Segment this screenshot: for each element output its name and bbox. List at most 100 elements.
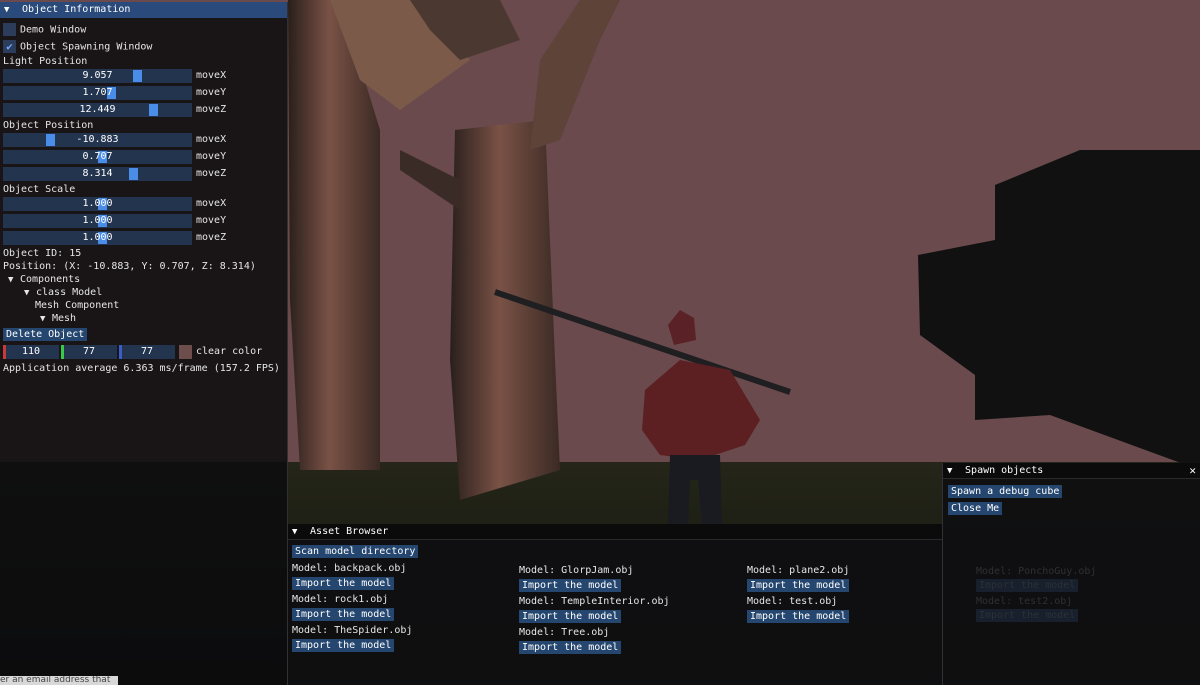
- object-information-titlebar[interactable]: ▼ Object Information: [0, 2, 287, 18]
- import-model-button[interactable]: Import the model: [747, 579, 850, 592]
- clear-color-g-field[interactable]: 77: [61, 345, 117, 359]
- model-name: Model: backpack.obj: [292, 563, 407, 574]
- tree-node-components[interactable]: ▼ Components: [8, 274, 80, 285]
- model-name: Model: test.obj: [747, 596, 838, 607]
- slider-value: 12.449: [79, 104, 116, 115]
- slider-value: 1.000: [82, 215, 113, 226]
- window-title: Asset Browser: [310, 526, 389, 537]
- close-me-row: Close Me: [948, 502, 1003, 515]
- model-name: Model: plane2.obj: [747, 565, 850, 576]
- import-model-button[interactable]: Import the model: [292, 639, 395, 652]
- slider-label: moveZ: [196, 168, 227, 179]
- asset-item: Model: test.obj Import the model: [747, 594, 850, 625]
- spawn-debug-cube-button[interactable]: Spawn a debug cube: [948, 485, 1063, 498]
- object-scale-heading: Object Scale: [3, 184, 76, 195]
- import-model-button[interactable]: Import the model: [519, 641, 622, 654]
- slider-value: 8.314: [82, 168, 113, 179]
- model-name: Model: TheSpider.obj: [292, 625, 413, 636]
- slider-label: moveX: [196, 134, 227, 145]
- clear-color-label: clear color: [196, 346, 263, 357]
- slider-value: -10.883: [76, 134, 119, 145]
- model-name: Model: TempleInterior.obj: [519, 596, 670, 607]
- object-move-z-slider[interactable]: 8.314: [3, 167, 192, 181]
- position-text: Position: (X: -10.883, Y: 0.707, Z: 8.31…: [3, 261, 256, 272]
- asset-item: Model: TempleInterior.obj Import the mod…: [519, 594, 670, 625]
- slider-label: moveX: [196, 198, 227, 209]
- expand-arrow-icon[interactable]: ▼: [24, 288, 36, 298]
- scale-x-slider[interactable]: 1.000: [3, 197, 192, 211]
- blue-indicator: [119, 345, 122, 359]
- expand-arrow-icon[interactable]: ▼: [8, 275, 20, 285]
- tree-node-label: Components: [20, 274, 81, 285]
- asset-browser-window[interactable]: ▼ Asset Browser Scan model directory Mod…: [288, 524, 942, 685]
- asset-browser-titlebar[interactable]: ▼ Asset Browser: [288, 524, 942, 540]
- slider-value: 1.000: [82, 198, 113, 209]
- asset-item: Model: backpack.obj Import the model: [292, 561, 412, 592]
- asset-item: Model: rock1.obj Import the model: [292, 592, 412, 623]
- model-name: Model: Tree.obj: [519, 627, 610, 638]
- expand-arrow-icon[interactable]: ▼: [40, 314, 52, 324]
- scale-z-slider[interactable]: 1.000: [3, 231, 192, 245]
- spawn-objects-window[interactable]: ▼ Spawn objects ✕ Spawn a debug cube Clo…: [942, 463, 1200, 685]
- tree-node-mesh-component: Mesh Component: [35, 300, 119, 311]
- spawn-objects-titlebar[interactable]: ▼ Spawn objects ✕: [943, 463, 1200, 479]
- clear-color-b-field[interactable]: 77: [119, 345, 175, 359]
- object-spawning-window-checkbox-row[interactable]: ✔ Object Spawning Window: [3, 40, 152, 55]
- demo-window-checkbox[interactable]: [3, 23, 16, 36]
- import-model-button[interactable]: Import the model: [292, 608, 395, 621]
- import-model-button[interactable]: Import the model: [519, 610, 622, 623]
- window-title: Spawn objects: [965, 465, 1044, 476]
- object-move-x-slider[interactable]: -10.883: [3, 133, 192, 147]
- model-name: Model: test2.obj: [976, 596, 1073, 607]
- object-information-window[interactable]: ▼ Object Information Demo Window ✔ Object…: [0, 2, 288, 685]
- window-title: Object Information: [22, 4, 131, 15]
- light-move-x-slider[interactable]: 9.057: [3, 69, 192, 83]
- scale-y-slider[interactable]: 1.000: [3, 214, 192, 228]
- slider-label: moveY: [196, 87, 227, 98]
- close-me-button[interactable]: Close Me: [948, 502, 1003, 515]
- asset-column-1: Model: backpack.obj Import the model Mod…: [292, 561, 412, 654]
- green-indicator: [61, 345, 64, 359]
- asset-column-3: Model: plane2.obj Import the model Model…: [747, 563, 849, 625]
- delete-object-row: Delete Object: [3, 328, 88, 341]
- collapse-arrow-icon[interactable]: ▼: [947, 463, 959, 479]
- clear-color-r-field[interactable]: 110: [3, 345, 59, 359]
- tree-node-label: Mesh: [52, 313, 77, 324]
- object-position-heading: Object Position: [3, 120, 94, 131]
- slider-label: moveY: [196, 215, 227, 226]
- color-value-r: 110: [21, 346, 41, 357]
- clear-color-swatch[interactable]: [179, 345, 192, 359]
- object-id-text: Object ID: 15: [3, 248, 82, 259]
- import-model-button[interactable]: Import the model: [747, 610, 850, 623]
- color-value-b: 77: [140, 346, 154, 357]
- slider-label: moveZ: [196, 232, 227, 243]
- demo-window-checkbox-row[interactable]: Demo Window: [3, 23, 86, 38]
- close-icon[interactable]: ✕: [1189, 463, 1196, 479]
- light-position-heading: Light Position: [3, 56, 88, 67]
- import-model-button: Import the model: [976, 609, 1079, 622]
- import-model-button[interactable]: Import the model: [519, 579, 622, 592]
- tree-node-label: class Model: [36, 287, 103, 298]
- tree-node-mesh[interactable]: ▼ Mesh: [40, 313, 76, 324]
- delete-object-button[interactable]: Delete Object: [3, 328, 88, 341]
- slider-label: moveY: [196, 151, 227, 162]
- scan-model-directory-button[interactable]: Scan model directory: [292, 545, 419, 558]
- slider-value: 1.000: [82, 232, 113, 243]
- light-move-y-slider[interactable]: 1.707: [3, 86, 192, 100]
- object-move-y-slider[interactable]: 0.707: [3, 150, 192, 164]
- collapse-arrow-icon[interactable]: ▼: [292, 524, 304, 540]
- model-name: Model: rock1.obj: [292, 594, 389, 605]
- slider-value: 9.057: [82, 70, 113, 81]
- spawn-debug-cube-row: Spawn a debug cube: [948, 485, 1063, 498]
- color-value-g: 77: [82, 346, 96, 357]
- light-move-z-slider[interactable]: 12.449: [3, 103, 192, 117]
- slider-value: 0.707: [82, 151, 113, 162]
- object-spawning-window-checkbox[interactable]: ✔: [3, 40, 16, 53]
- collapse-arrow-icon[interactable]: ▼: [4, 2, 16, 18]
- asset-item: Model: GlorpJam.obj Import the model: [519, 563, 670, 594]
- asset-column-4: Model: PonchoGuy.obj Import the model Mo…: [976, 564, 1096, 622]
- tree-node-class-model[interactable]: ▼ class Model: [24, 287, 102, 298]
- slider-label: moveX: [196, 70, 227, 81]
- import-model-button[interactable]: Import the model: [292, 577, 395, 590]
- model-name: Model: GlorpJam.obj: [519, 565, 634, 576]
